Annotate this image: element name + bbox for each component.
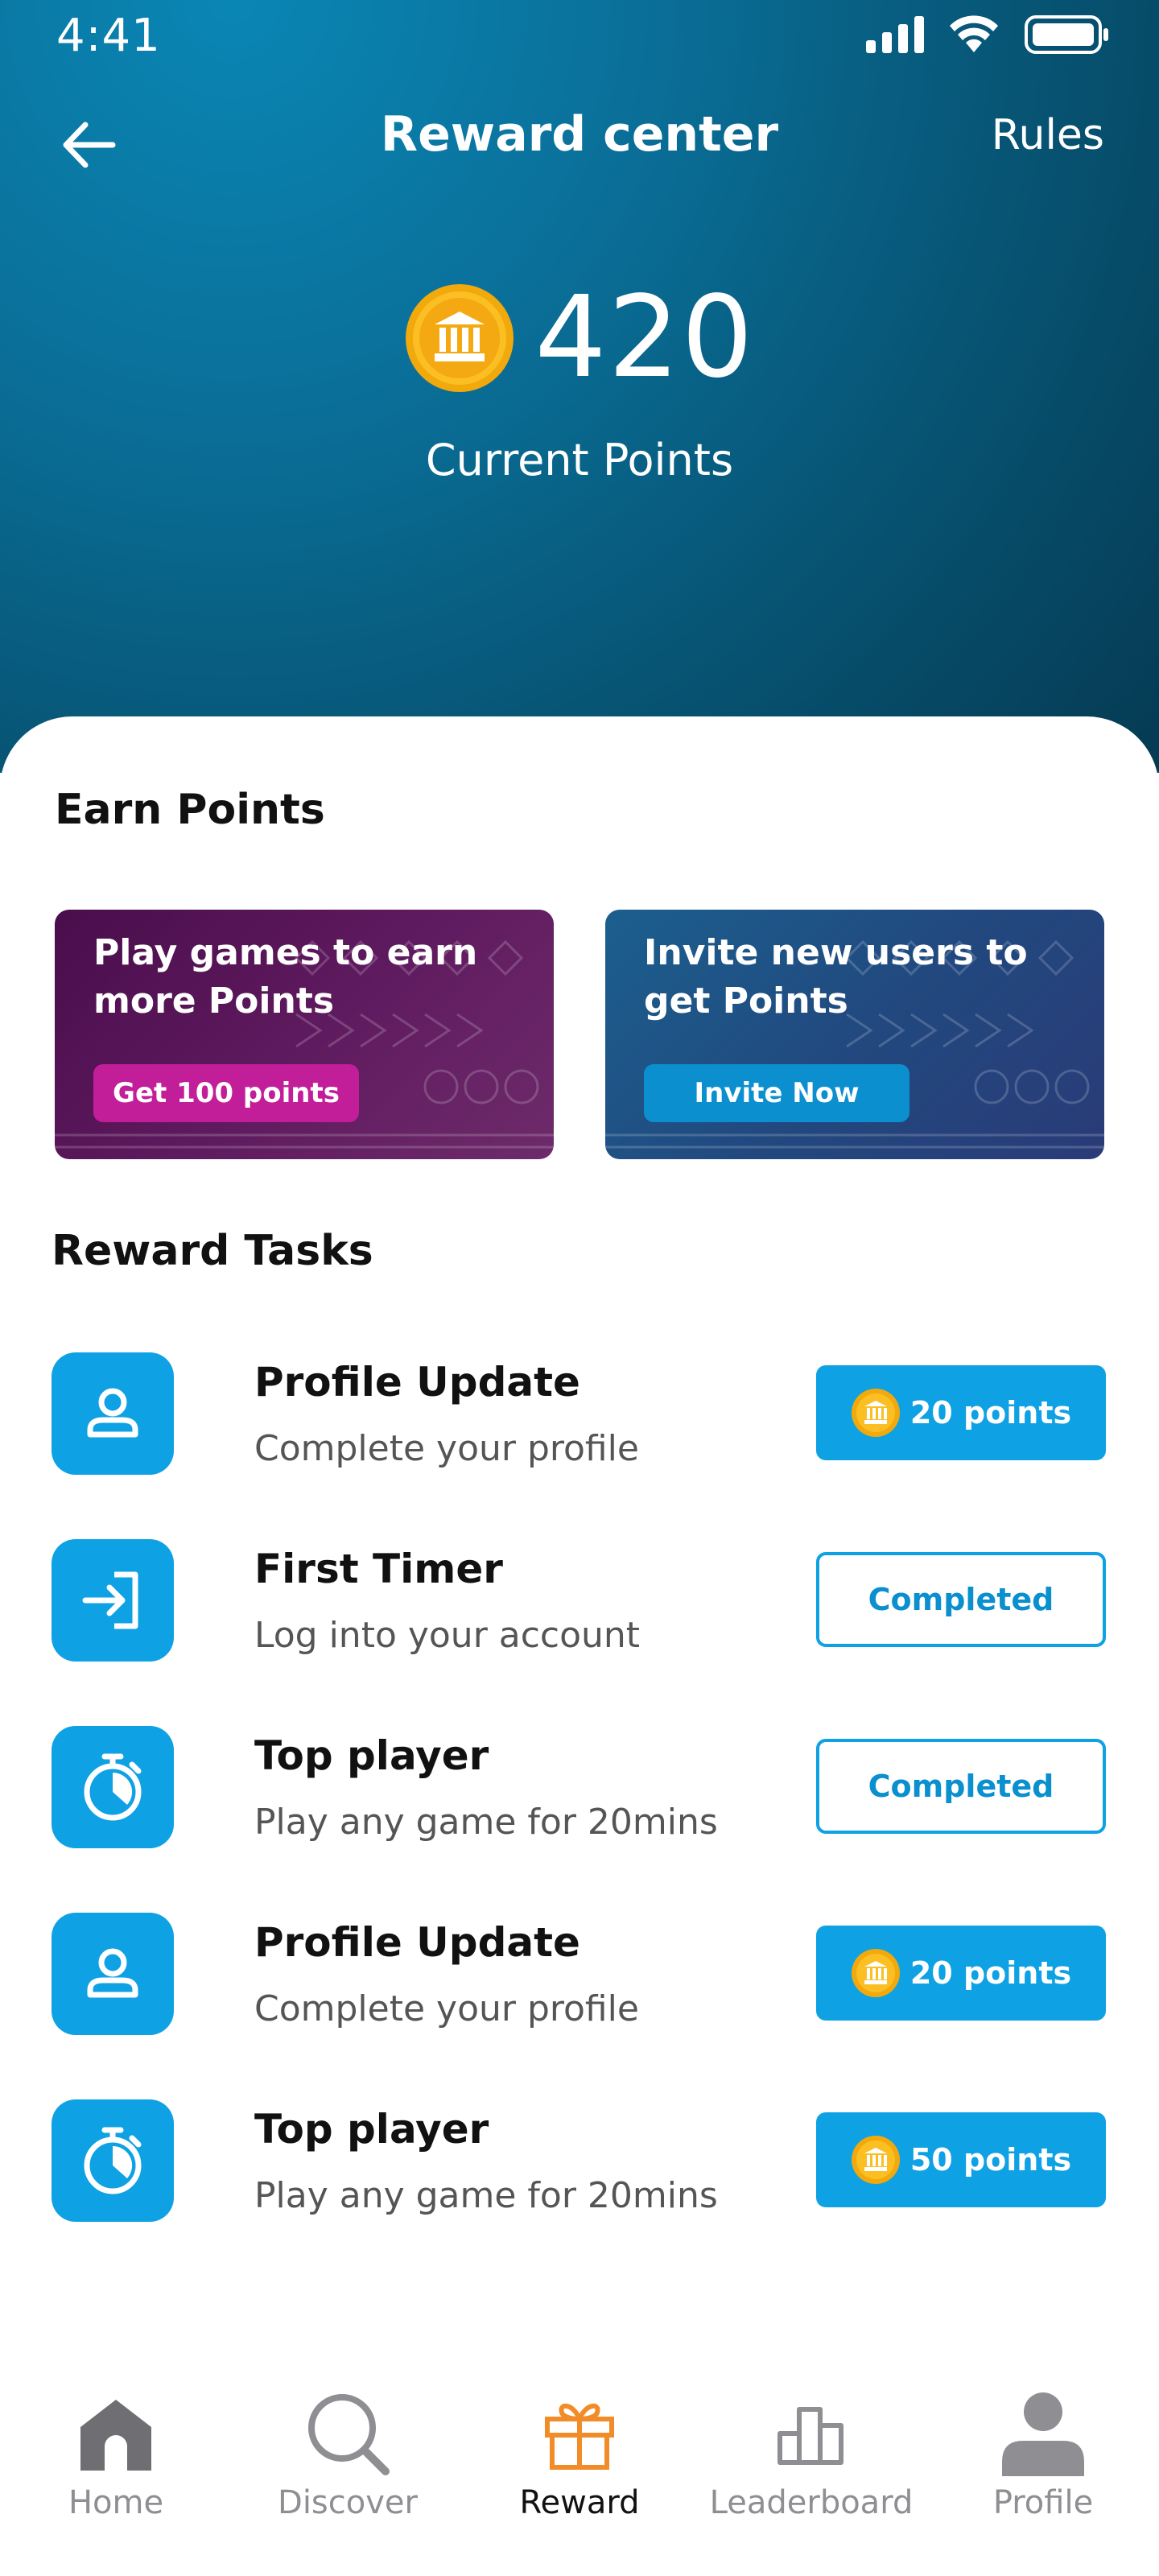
task-title: Profile Update xyxy=(254,1359,580,1406)
user-icon xyxy=(87,1948,138,1998)
nav-item-profile[interactable]: Profile xyxy=(927,2389,1159,2521)
leaderboard-icon xyxy=(767,2389,856,2478)
task-icon-box xyxy=(52,1352,174,1475)
earn-card-play-games[interactable]: Play games to earn more Points Get 100 p… xyxy=(55,910,554,1159)
task-icon-box xyxy=(52,1913,174,2035)
coin-icon xyxy=(406,284,514,392)
battery-icon xyxy=(1024,14,1111,55)
status-icons xyxy=(866,14,1111,55)
nav-item-home[interactable]: Home xyxy=(0,2389,232,2521)
task-subtitle: Complete your profile xyxy=(254,1428,639,1469)
home-icon xyxy=(72,2389,160,2478)
claim-points-button[interactable]: 50 points xyxy=(816,2112,1106,2207)
stopwatch-icon xyxy=(84,1753,142,1821)
page-title: Reward center xyxy=(380,106,779,163)
invite-now-button[interactable]: Invite Now xyxy=(644,1064,909,1122)
task-subtitle: Log into your account xyxy=(254,1615,641,1656)
bottom-navigation: Home Discover Reward Leaderboard Profile xyxy=(0,2351,1159,2576)
nav-label: Home xyxy=(68,2484,164,2521)
task-icon-box xyxy=(52,1539,174,1662)
points-label: 50 points xyxy=(909,2142,1072,2178)
earn-points-title: Earn Points xyxy=(55,786,325,834)
task-row: Profile Update Complete your profile 20 … xyxy=(52,1352,1106,1481)
search-icon xyxy=(303,2389,392,2478)
points-value: 420 xyxy=(534,272,755,403)
signal-icon xyxy=(866,16,924,53)
task-subtitle: Play any game for 20mins xyxy=(254,2175,718,2216)
reward-tasks-title: Reward Tasks xyxy=(52,1227,373,1275)
task-row: Top player Play any game for 20mins 50 p… xyxy=(52,2099,1106,2228)
claim-points-button[interactable]: 20 points xyxy=(816,1926,1106,2021)
points-label: 20 points xyxy=(909,1395,1072,1430)
profile-icon xyxy=(999,2389,1087,2478)
nav-item-discover[interactable]: Discover xyxy=(232,2389,464,2521)
task-icon-box xyxy=(52,1726,174,1848)
task-title: Profile Update xyxy=(254,1919,580,1966)
user-icon xyxy=(87,1388,138,1438)
points-label: 20 points xyxy=(909,1955,1072,1991)
task-row: Top player Play any game for 20mins Comp… xyxy=(52,1726,1106,1855)
earn-card-text: Invite new users to get Points xyxy=(644,932,1028,1022)
points-caption: Current Points xyxy=(425,435,734,485)
nav-label: Profile xyxy=(992,2484,1094,2521)
task-row: First Timer Log into your account Comple… xyxy=(52,1539,1106,1668)
coin-icon xyxy=(851,2136,900,2184)
coin-icon xyxy=(851,1949,900,1997)
status-bar: 4:41 xyxy=(0,0,1159,72)
claim-points-button[interactable]: 20 points xyxy=(816,1365,1106,1460)
nav-label: Discover xyxy=(278,2484,418,2521)
coin-icon xyxy=(851,1389,900,1437)
task-title: Top player xyxy=(254,2106,489,2153)
earn-card-invite[interactable]: Invite new users to get Points Invite No… xyxy=(605,910,1104,1159)
completed-button[interactable]: Completed xyxy=(816,1739,1106,1834)
wifi-icon xyxy=(948,15,1000,54)
task-subtitle: Play any game for 20mins xyxy=(254,1802,718,1843)
gift-icon xyxy=(535,2389,624,2478)
stopwatch-icon xyxy=(84,2127,142,2194)
task-row: Profile Update Complete your profile 20 … xyxy=(52,1913,1106,2041)
points-summary: 420 Current Points xyxy=(0,282,1159,485)
earn-card-text: Play games to earn more Points xyxy=(93,932,478,1022)
app-bar: Reward center Rules xyxy=(0,89,1159,185)
rules-link[interactable]: Rules xyxy=(992,111,1104,159)
task-icon-box xyxy=(52,2099,174,2222)
login-icon xyxy=(82,1571,138,1629)
status-time: 4:41 xyxy=(56,10,161,62)
nav-label: Leaderboard xyxy=(709,2484,914,2521)
task-title: First Timer xyxy=(254,1546,503,1592)
nav-item-reward[interactable]: Reward xyxy=(464,2389,695,2521)
get-points-button[interactable]: Get 100 points xyxy=(93,1064,359,1122)
task-subtitle: Complete your profile xyxy=(254,1988,639,2029)
nav-item-leaderboard[interactable]: Leaderboard xyxy=(695,2389,927,2521)
completed-button[interactable]: Completed xyxy=(816,1552,1106,1647)
task-title: Top player xyxy=(254,1732,489,1779)
nav-label: Reward xyxy=(519,2484,640,2521)
